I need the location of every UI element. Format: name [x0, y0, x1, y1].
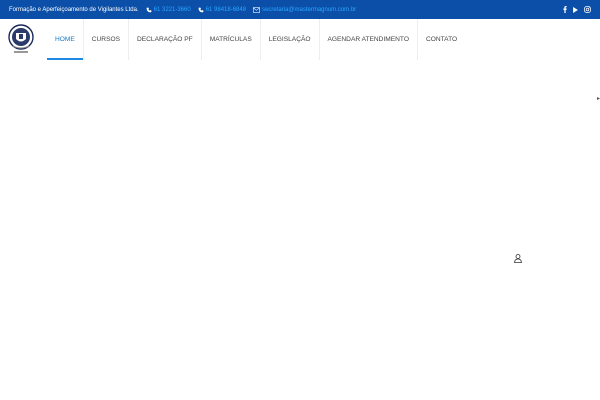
nav-cursos[interactable]: CURSOS — [82, 19, 128, 60]
nav-contato-label: CONTATO — [425, 36, 458, 43]
phone-1-link[interactable]: 61 3221-3660 — [154, 7, 191, 13]
phone-2-link[interactable]: 61 98418-6848 — [206, 7, 246, 13]
phone-icon — [198, 7, 204, 12]
phone-icon — [146, 7, 152, 12]
email-link[interactable]: secretaria@mastermagnum.com.br — [262, 7, 356, 13]
facebook-icon[interactable] — [563, 6, 567, 13]
main-nav: HOME CURSOS DECLARAÇÃO PF MATRÍCULAS LEG… — [47, 19, 465, 60]
nav-matriculas-label: MATRÍCULAS — [209, 36, 252, 43]
nav-cursos-label: CURSOS — [91, 36, 120, 43]
nav-contato[interactable]: CONTATO — [416, 19, 465, 60]
nav-declaracao-pf[interactable]: DECLARAÇÃO PF — [128, 19, 201, 60]
email[interactable]: secretaria@mastermagnum.com.br — [253, 7, 356, 13]
phone-2[interactable]: 61 98418-6848 — [198, 7, 246, 13]
nav-home-label: HOME — [55, 36, 75, 43]
nav-declaracao-pf-label: DECLARAÇÃO PF — [137, 36, 193, 43]
company-logo[interactable] — [8, 24, 34, 56]
nav-matriculas[interactable]: MATRÍCULAS — [200, 19, 260, 60]
nav-agendar-atendimento[interactable]: AGENDAR ATENDIMENTO — [318, 19, 417, 60]
company-name: Formação e Aperfeiçoamento de Vigilantes… — [9, 6, 139, 13]
social-links — [563, 0, 591, 19]
nav-home[interactable]: HOME — [47, 19, 83, 60]
nav-legislacao-label: LEGISLAÇÃO — [268, 36, 311, 43]
instagram-icon[interactable] — [584, 6, 591, 13]
envelope-icon — [253, 6, 261, 13]
top-bar: Formação e Aperfeiçoamento de Vigilantes… — [0, 0, 600, 19]
youtube-icon[interactable] — [573, 6, 578, 13]
user-icon[interactable] — [514, 254, 522, 263]
phone-1[interactable]: 61 3221-3660 — [146, 7, 191, 13]
nav-legislacao[interactable]: LEGISLAÇÃO — [259, 19, 319, 60]
nav-agendar-atendimento-label: AGENDAR ATENDIMENTO — [327, 36, 409, 43]
